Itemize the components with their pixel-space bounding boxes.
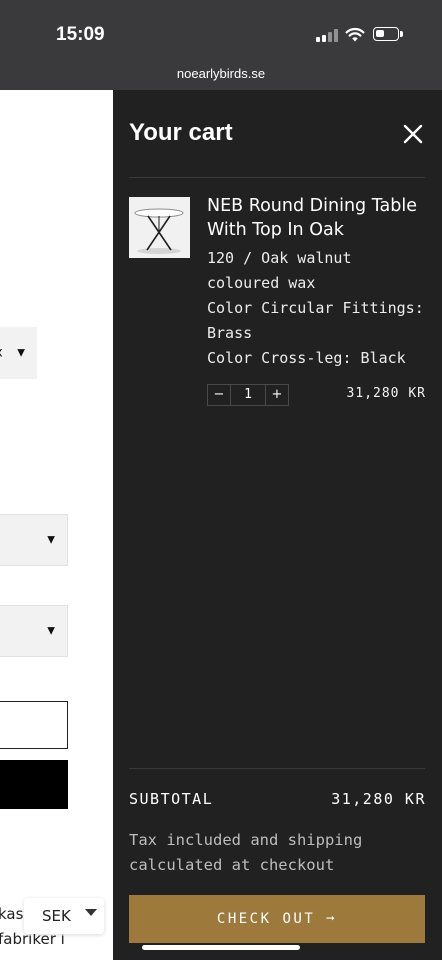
quantity-input[interactable] [0,701,68,749]
product-title[interactable]: NEB Round Dining Table With Top In Oak [207,194,427,242]
battery-icon [373,27,399,41]
status-bar: 15:09 noearlybirds.se [0,0,442,90]
cellular-signal-icon [316,29,338,42]
option-select-2[interactable]: ▼ [0,605,68,657]
product-thumbnail[interactable] [129,197,190,258]
product-option-size: 120 / Oak walnut coloured wax [207,249,352,292]
description-text-1: kas [0,905,24,923]
product-option-leg: Color Cross-leg: Black [207,349,406,367]
subtotal-value: 31,280 KR [331,790,426,808]
quantity-increase-button[interactable]: + [266,385,288,405]
item-price: 31,280 KR [346,386,426,401]
battery-tip [400,31,403,37]
add-to-cart-button[interactable] [0,760,68,809]
quantity-decrease-button[interactable]: − [208,385,230,405]
chevron-down-icon: ▼ [17,347,25,359]
url-bar[interactable]: noearlybirds.se [0,66,442,81]
background-product-page: x ▼ ▼ ▼ kas fabriker i SEK [0,90,113,960]
subtotal-label: SUBTOTAL [129,790,214,808]
caret-down-icon [85,909,97,916]
checkout-button[interactable]: CHECK OUT ➞ [129,895,425,943]
close-icon[interactable] [401,122,425,146]
footer-divider [129,768,425,769]
header-divider [129,177,425,178]
cart-title: Your cart [129,119,233,146]
status-time: 15:09 [56,24,105,45]
quantity-stepper: − 1 + [207,384,289,406]
wifi-icon [345,27,365,42]
currency-label: SEK [42,907,71,925]
home-indicator[interactable] [142,945,300,950]
cart-drawer: Your cart NEB Round Dining Table With To… [113,90,442,960]
chevron-down-icon: ▼ [47,534,55,546]
option-select-1[interactable]: ▼ [0,514,68,566]
table-image-icon [129,197,190,258]
product-option-fittings: Color Circular Fittings: Brass [207,299,424,342]
chevron-down-icon: ▼ [47,625,55,637]
tax-note: Tax included and shipping calculated at … [129,831,363,874]
currency-selector[interactable]: SEK [24,898,104,934]
variant-select-value: x [0,346,3,361]
quantity-value[interactable]: 1 [230,385,266,405]
variant-select[interactable]: x ▼ [0,327,37,379]
